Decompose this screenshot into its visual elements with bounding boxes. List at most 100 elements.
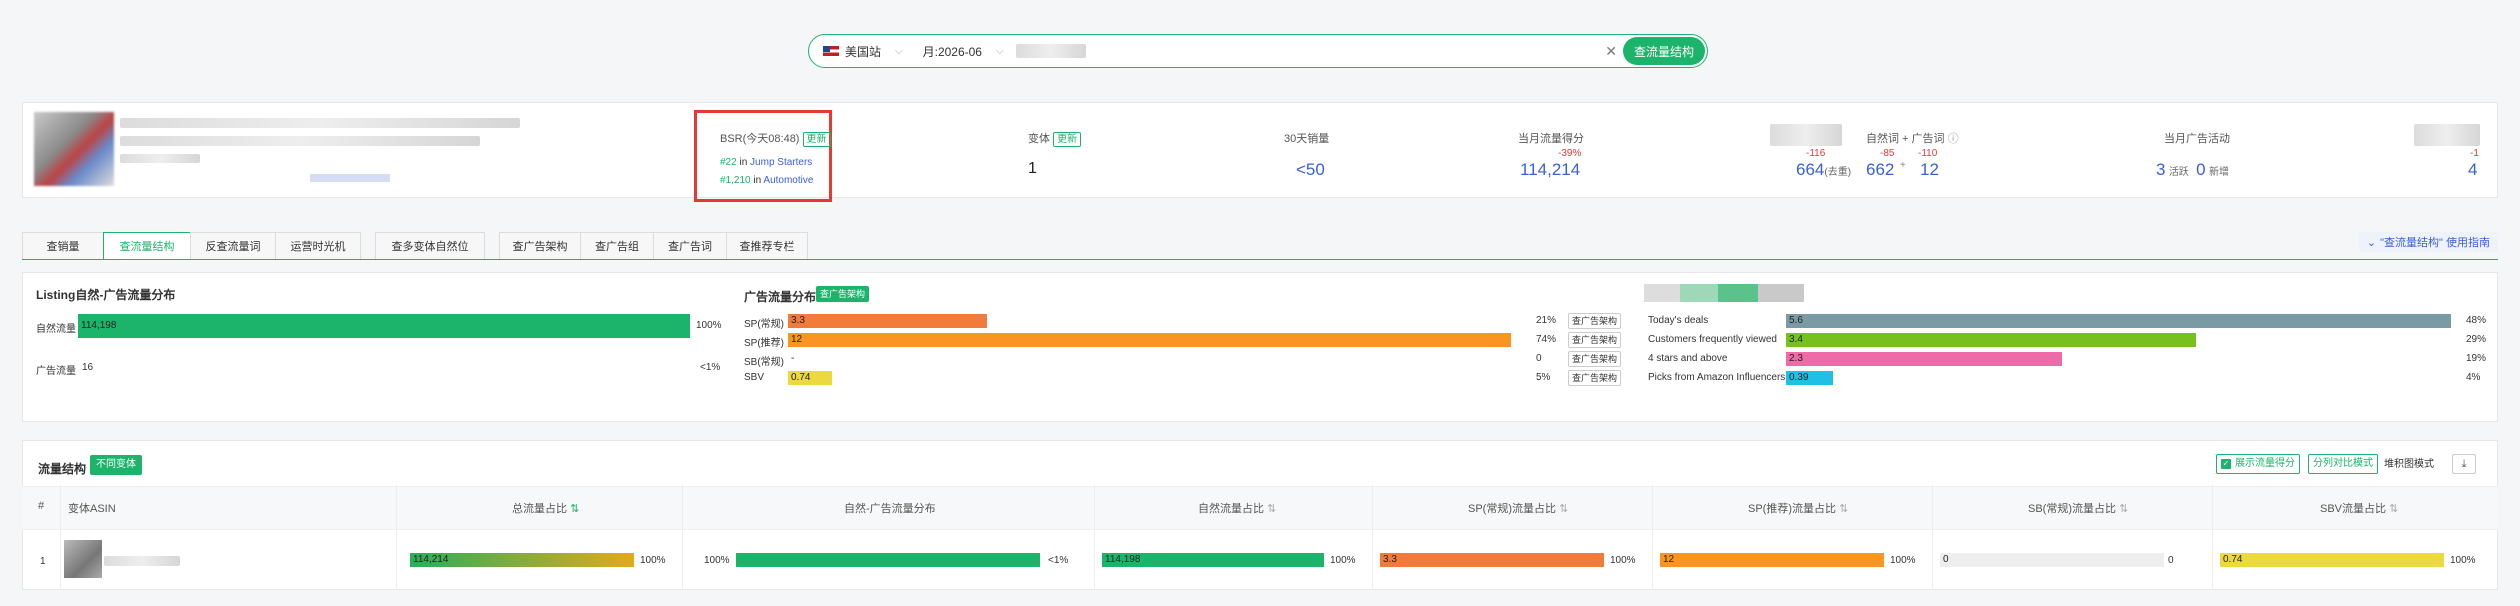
rec-swatch [1718,284,1758,302]
col-sp-reg[interactable]: SP(常规)流量占比 ⇅ [1468,500,1568,516]
ad-row-bar[interactable]: - [788,352,794,366]
ad-structure-button[interactable]: 查广告架构 [816,286,870,302]
variant-filter-tag[interactable]: 不同变体 [90,455,142,475]
tab-ad-structure[interactable]: 查广告架构 [499,232,581,260]
last-metric-change: -1 [2470,148,2479,159]
natural-share-bar[interactable]: 114,198 [1102,553,1324,567]
rec-row-bar[interactable]: 3.4 [1786,333,2196,347]
tab-traffic-structure[interactable]: 查流量结构 [103,232,191,260]
rec-row-label: Today's deals [1648,315,1709,326]
total-share-bar[interactable]: 114,214 [410,553,634,567]
variant-asin[interactable] [104,556,180,566]
col-sb-reg[interactable]: SB(常规)流量占比 ⇅ [2028,500,2128,516]
ad-row-structure-button[interactable]: 查广告架构 [1568,370,1622,386]
ad-row-value: 12 [791,334,803,345]
download-icon[interactable]: ⤓ [2452,454,2476,474]
last-metric-value[interactable]: 4 [2468,160,2477,180]
col-natural[interactable]: 自然流量占比 ⇅ [1198,500,1276,516]
ad-activity-count[interactable]: 3 [2156,160,2165,179]
bsr-category-link-2[interactable]: Automotive [763,175,813,186]
natural-share-pct: 100% [1330,555,1356,566]
col-divider [1652,484,1653,590]
rec-row-bar[interactable]: 0.39 [1786,371,1834,385]
checkbox-icon: ✓ [2221,459,2231,469]
natural-kw-value[interactable]: 662 [1866,160,1894,180]
last-metric-label [2414,124,2480,146]
tab-variant-position[interactable]: 查多变体自然位 [375,232,485,260]
chevron-down-icon: ⌵ [895,45,903,57]
traffic-score-label: 当月流量得分 [1518,133,1584,145]
col-divider [1372,484,1373,590]
ad-activity-new[interactable]: 0 [2196,160,2205,179]
flag-icon [823,46,839,56]
keyword-label [1770,124,1842,146]
variant-image[interactable] [64,540,102,578]
tab-ad-keyword[interactable]: 查广告词 [653,232,727,260]
natural-kw-change: -85 [1880,148,1895,159]
month-select[interactable]: 月:2026-06 ⌵ [923,43,1016,60]
ad-row-structure-button[interactable]: 查广告架构 [1568,351,1622,367]
help-icon[interactable]: ⓘ [1948,133,1959,145]
ad-row-structure-button[interactable]: 查广告架构 [1568,313,1622,329]
ad-activity-label: 当月广告活动 [2164,133,2230,145]
sort-icon: ⇅ [2389,503,2399,515]
product-image[interactable] [34,112,114,186]
tab-reverse-keywords[interactable]: 反查流量词 [190,232,276,260]
product-title[interactable] [120,118,520,128]
row-idx: 1 [40,556,46,567]
tab-time-machine[interactable]: 运营时光机 [275,232,361,260]
sb-reg-share-bar[interactable]: 0 [1940,553,2164,567]
ad-row-bar[interactable]: 12 [788,333,1512,347]
tab-sales[interactable]: 查销量 [22,232,104,260]
col-total[interactable]: 总流量占比 ⇅ [512,500,579,516]
tab-underline [22,259,2498,260]
search-button[interactable]: 查流量结构 [1623,37,1705,65]
tab-ad-group[interactable]: 查广告组 [580,232,654,260]
ad-row-label: SBV [744,372,765,383]
variants-update-button[interactable]: 更新 [1053,131,1082,147]
ad-row-bar[interactable]: 0.74 [788,371,833,385]
ad-row-bar[interactable]: 3.3 [788,314,988,328]
sp-reg-share-bar[interactable]: 3.3 [1380,553,1604,567]
bsr-update-button[interactable]: 更新 [802,131,831,147]
sales30-value[interactable]: <50 [1296,160,1325,180]
keyword-change: -116 [1806,148,1826,159]
col-divider [2212,484,2213,590]
natural-traffic-bar[interactable]: 114,198 [78,314,690,338]
col-nat-ad: 自然-广告流量分布 [844,503,936,515]
ad-row-pct: 21% [1536,315,1557,326]
stack-mode-button[interactable]: 堆积图模式 [2384,456,2434,474]
ad-kw-value[interactable]: 12 [1920,160,1939,180]
rec-row-pct: 4% [2466,372,2481,383]
nat-ad-share-bar[interactable] [736,553,1040,567]
rec-row-bar[interactable]: 2.3 [1786,352,2062,366]
compare-mode-button[interactable]: 分列对比模式 [2308,454,2378,474]
sbv-share-bar[interactable]: 0.74 [2220,553,2444,567]
col-divider [60,484,61,590]
show-score-toggle[interactable]: ✓ 展示流量得分 [2216,454,2300,474]
nat-ad-right-pct: <1% [1048,555,1069,566]
site-label: 美国站 [845,44,882,59]
rec-row-value: 3.4 [1789,334,1803,345]
col-idx: # [38,500,45,512]
search-input[interactable] [1015,44,1086,58]
col-sp-rec[interactable]: SP(推荐)流量占比 ⇅ [1748,500,1848,516]
ad-activity-values: 3 活跃 0 新增 [2156,160,2229,179]
product-meta [120,154,200,163]
product-asin[interactable] [310,174,390,182]
rec-row-bar[interactable]: 5.6 [1786,314,2452,328]
ad-row-pct: 0 [1536,353,1542,364]
usage-guide-link[interactable]: ⌄ "查流量结构" 使用指南 [2358,232,2498,252]
bsr-highlight-box [694,110,832,202]
site-select[interactable]: 美国站 ⌵ [823,43,923,60]
tab-recommend[interactable]: 查推荐专栏 [726,232,808,260]
close-icon[interactable]: ✕ [1605,43,1617,60]
keyword-total[interactable]: 664(去重) [1796,160,1851,180]
listing-dist-title: Listing自然-广告流量分布 [36,288,176,302]
sb-reg-share-pct: 0 [2168,555,2174,566]
ad-row-structure-button[interactable]: 查广告架构 [1568,332,1622,348]
traffic-score-value[interactable]: 114,214 [1520,160,1580,180]
bsr-category-link-1[interactable]: Jump Starters [750,157,812,168]
sp-rec-share-bar[interactable]: 12 [1660,553,1884,567]
col-sbv[interactable]: SBV流量占比 ⇅ [2320,500,2398,516]
